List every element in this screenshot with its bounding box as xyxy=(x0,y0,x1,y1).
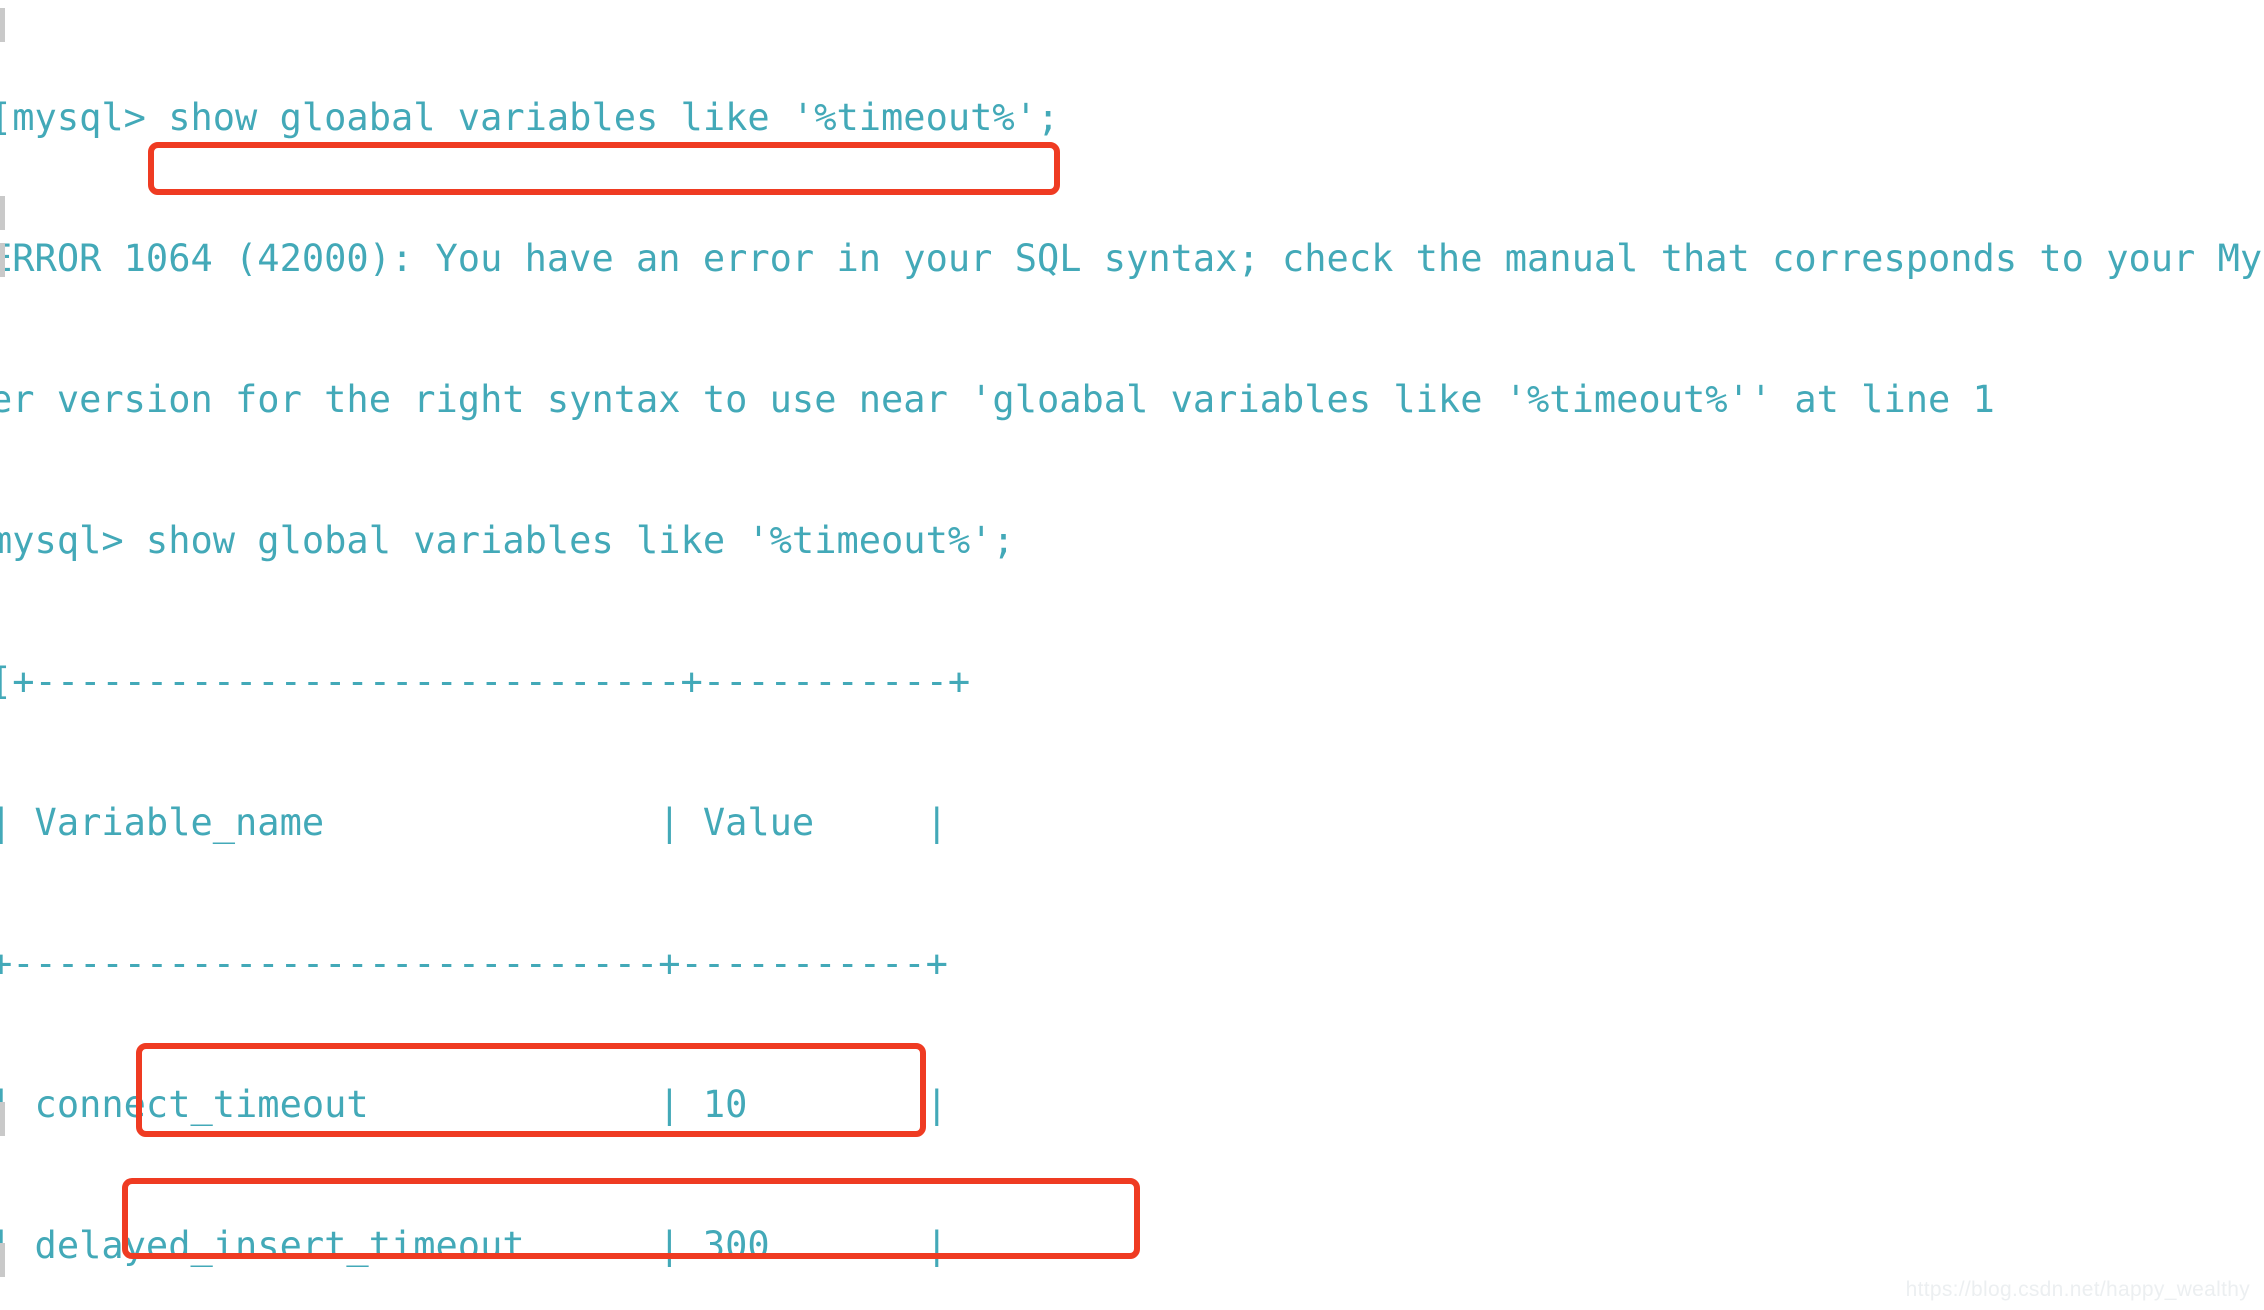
terminal-line: [mysql> show gloabal variables like '%ti… xyxy=(0,94,2264,141)
terminal-output[interactable]: [mysql> show gloabal variables like '%ti… xyxy=(0,0,2264,1310)
terminal-line-text: | connect_timeout | 10 | xyxy=(0,1083,948,1126)
terminal-line: | Variable_name | Value | xyxy=(0,799,2264,846)
terminal-line-text: mysql> show global variables like '%time… xyxy=(0,519,1015,562)
terminal-line-text: | delayed_insert_timeout | 300 | xyxy=(0,1224,948,1267)
terminal-line-text: +-----------------------------+---------… xyxy=(0,942,948,985)
terminal-line: [+-----------------------------+--------… xyxy=(0,658,2264,705)
terminal-line-text: ERROR 1064 (42000): You have an error in… xyxy=(0,237,2264,280)
terminal-line-text: | Variable_name | Value | xyxy=(0,801,948,844)
terminal-line: ERROR 1064 (42000): You have an error in… xyxy=(0,235,2264,282)
left-edge-artifact xyxy=(0,243,5,277)
terminal-line-text: [mysql> show gloabal variables like '%ti… xyxy=(0,96,1060,139)
terminal-screenshot: [mysql> show gloabal variables like '%ti… xyxy=(0,0,2264,1310)
terminal-line: | delayed_insert_timeout | 300 | xyxy=(0,1222,2264,1269)
left-edge-artifact xyxy=(0,8,5,42)
terminal-line: | connect_timeout | 10 | xyxy=(0,1081,2264,1128)
terminal-line-text: er version for the right syntax to use n… xyxy=(0,378,1995,421)
left-edge-artifact xyxy=(0,196,5,230)
watermark: https://blog.csdn.net/happy_wealthy xyxy=(1905,1278,2250,1301)
terminal-line-text: [+-----------------------------+--------… xyxy=(0,660,971,703)
terminal-line: +-----------------------------+---------… xyxy=(0,940,2264,987)
left-edge-artifact xyxy=(0,1102,5,1136)
terminal-line: mysql> show global variables like '%time… xyxy=(0,517,2264,564)
terminal-line: er version for the right syntax to use n… xyxy=(0,376,2264,423)
left-edge-artifact xyxy=(0,1243,5,1277)
